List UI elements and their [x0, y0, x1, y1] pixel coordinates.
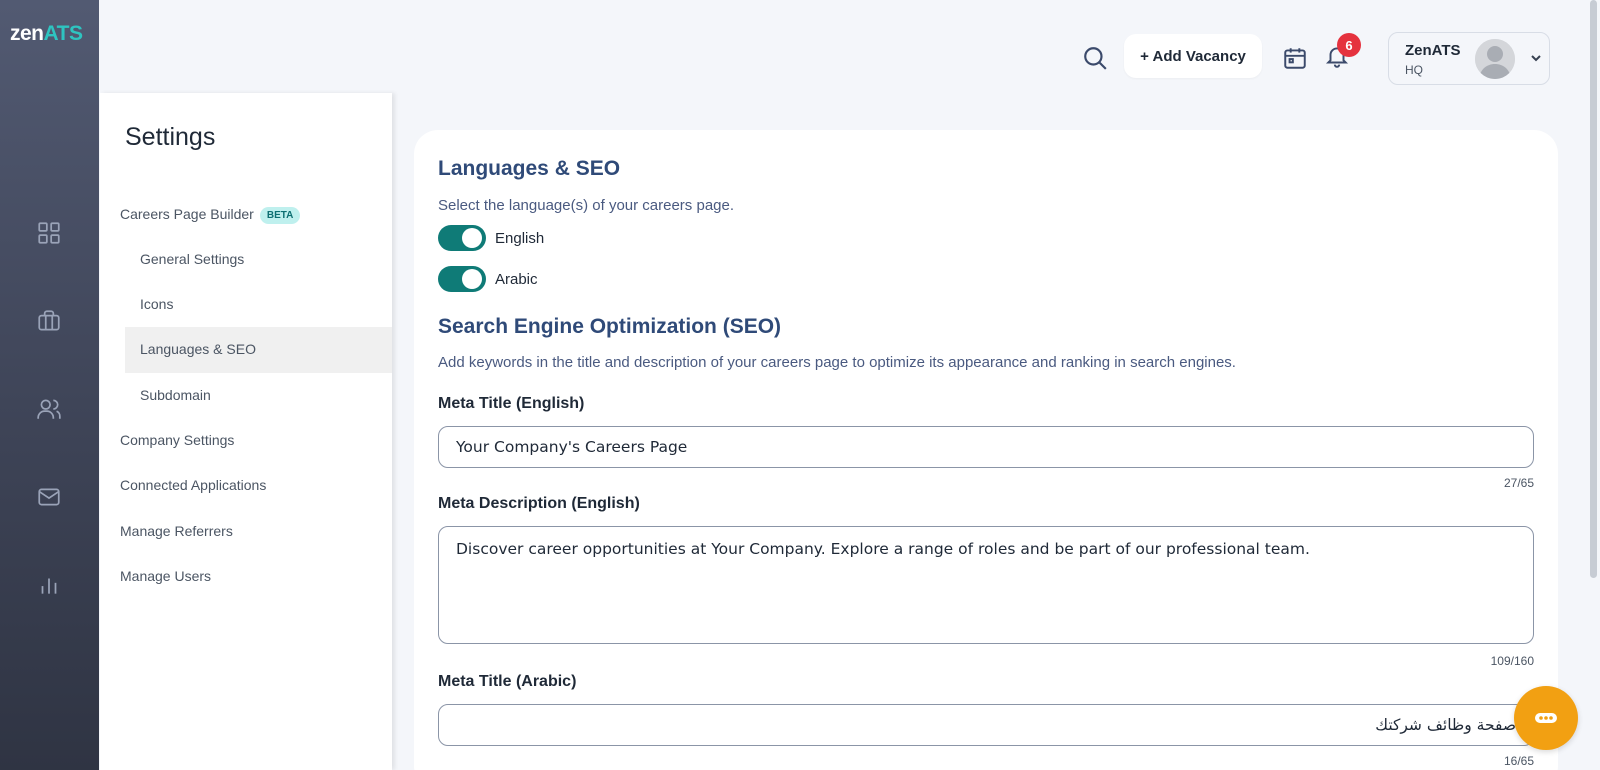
page-scrollbar[interactable]	[1588, 0, 1600, 770]
beta-badge: BETA	[259, 207, 301, 224]
sidebar-item-company-settings[interactable]: Company Settings	[120, 432, 234, 448]
languages-description: Select the language(s) of your careers p…	[438, 197, 735, 214]
meta-title-english-counter: 27/65	[1503, 476, 1534, 490]
meta-description-english-label: Meta Description (English)	[438, 495, 640, 512]
toggle-switch[interactable]	[438, 225, 486, 251]
calendar-icon[interactable]	[1282, 45, 1310, 73]
notification-count-badge: 6	[1337, 33, 1361, 57]
add-vacancy-button[interactable]: + Add Vacancy	[1124, 34, 1262, 78]
sidebar-item-subdomain[interactable]: Subdomain	[140, 387, 211, 403]
user-menu[interactable]: ZenATS HQ	[1388, 32, 1550, 85]
chevron-down-icon	[1529, 51, 1543, 65]
sidebar-item-general-settings[interactable]: General Settings	[140, 251, 244, 267]
sidebar-item-icons[interactable]: Icons	[140, 296, 173, 312]
meta-title-arabic-counter: 16/65	[1503, 754, 1534, 768]
avatar	[1475, 39, 1515, 79]
meta-description-english-counter: 109/160	[1490, 654, 1534, 668]
scrollbar-thumb[interactable]	[1590, 0, 1597, 578]
sidebar-item-careers-page-builder[interactable]: Careers Page Builder BETA	[120, 206, 301, 224]
left-rail: zenATS	[0, 0, 99, 770]
chat-button[interactable]	[1514, 686, 1578, 750]
languages-title: Languages & SEO	[438, 157, 621, 180]
toggle-switch[interactable]	[438, 266, 486, 292]
zenats-logo[interactable]: zenATS	[10, 22, 83, 46]
mail-icon[interactable]	[35, 483, 63, 511]
briefcase-icon[interactable]	[35, 307, 63, 335]
sidebar-item-connected-applications[interactable]: Connected Applications	[120, 477, 266, 493]
meta-description-english-textarea[interactable]: Discover career opportunities at Your Co…	[438, 526, 1534, 644]
language-toggle-arabic[interactable]: Arabic	[438, 266, 538, 292]
settings-sidebar: Settings Careers Page Builder BETA Genera…	[100, 93, 392, 770]
meta-title-english-input[interactable]: Your Company's Careers Page	[438, 426, 1534, 468]
meta-title-arabic-input[interactable]: صفحة وظائف شركتك	[438, 704, 1534, 746]
meta-title-english-label: Meta Title (English)	[438, 395, 585, 412]
meta-title-arabic-label: Meta Title (Arabic)	[438, 673, 577, 690]
bar-chart-icon[interactable]	[35, 571, 63, 599]
seo-title: Search Engine Optimization (SEO)	[438, 315, 782, 338]
languages-seo-card: Languages & SEO Select the language(s) o…	[414, 130, 1558, 770]
dashboard-grid-icon[interactable]	[35, 219, 63, 247]
search-icon[interactable]	[1082, 45, 1110, 73]
users-icon[interactable]	[35, 395, 63, 423]
user-name: ZenATS	[1405, 42, 1461, 59]
chat-dots-icon	[1535, 713, 1557, 723]
sidebar-item-languages-seo[interactable]: Languages & SEO	[140, 341, 256, 357]
language-toggle-english[interactable]: English	[438, 225, 544, 251]
settings-title: Settings	[125, 123, 216, 151]
sidebar-item-manage-users[interactable]: Manage Users	[120, 568, 211, 584]
sidebar-item-manage-referrers[interactable]: Manage Referrers	[120, 523, 233, 539]
seo-description: Add keywords in the title and descriptio…	[438, 354, 1236, 371]
user-location: HQ	[1405, 63, 1423, 77]
